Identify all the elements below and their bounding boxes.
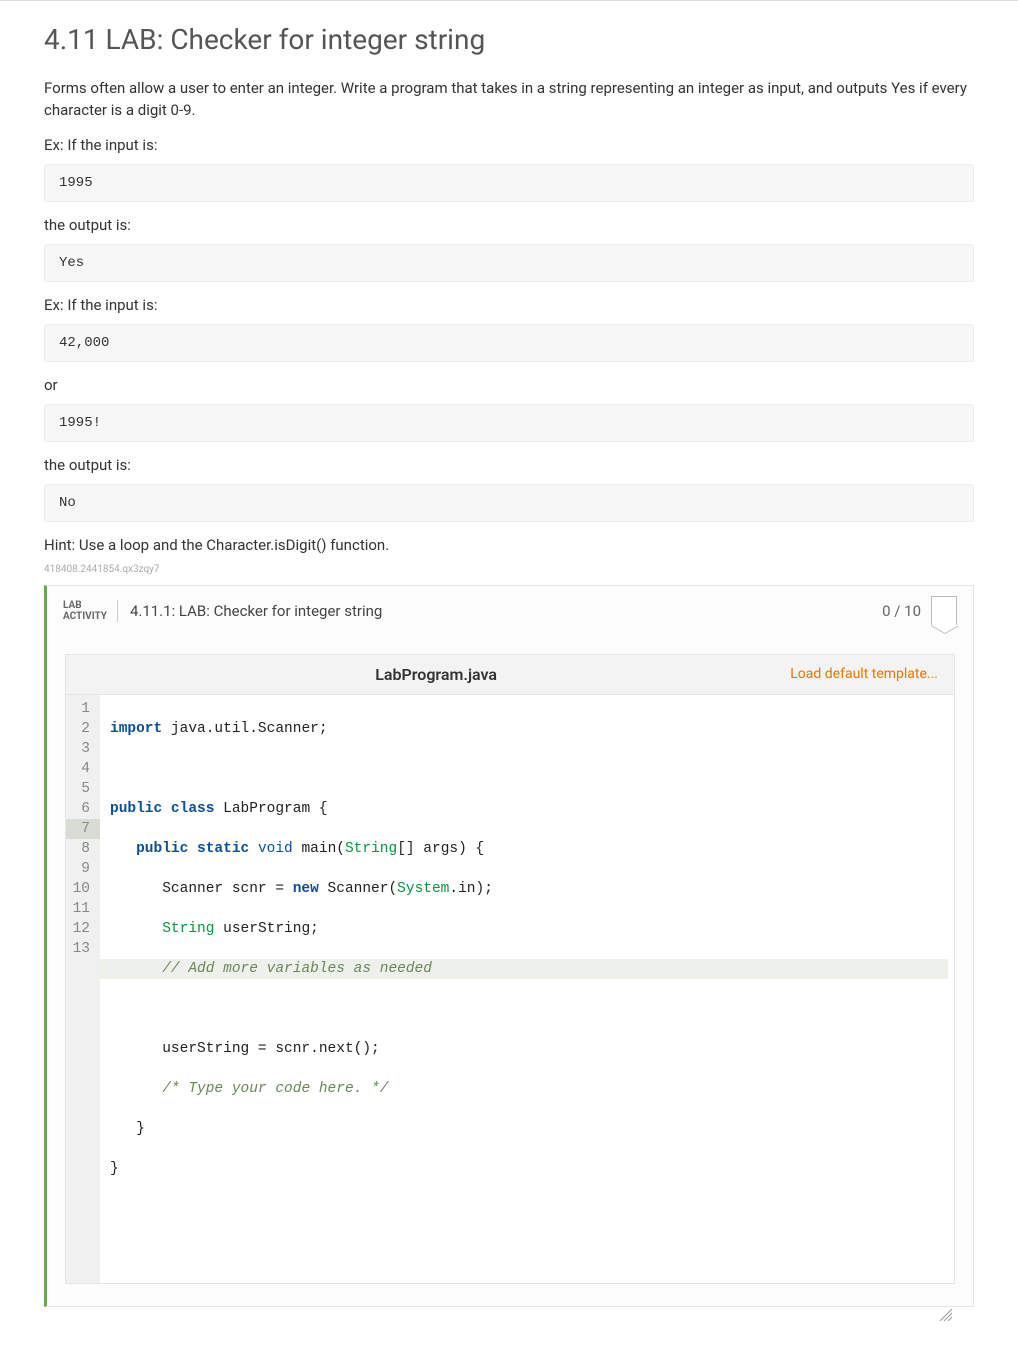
- example2-input-b: 1995!: [44, 404, 974, 442]
- activity-type-label: LAB ACTIVITY: [63, 600, 118, 622]
- page-title: 4.11 LAB: Checker for integer string: [44, 23, 974, 56]
- code-editor-panel: LabProgram.java Load default template...…: [65, 654, 955, 1284]
- bookmark-icon[interactable]: [931, 596, 957, 626]
- code-area[interactable]: import java.util.Scanner; public class L…: [100, 695, 954, 1283]
- load-default-template-link[interactable]: Load default template...: [790, 666, 938, 682]
- example1-label: Ex: If the input is:: [44, 136, 974, 154]
- activity-title: 4.11.1: LAB: Checker for integer string: [118, 602, 382, 620]
- or-label: or: [44, 376, 974, 394]
- example2-output: No: [44, 484, 974, 522]
- output1-label: the output is:: [44, 216, 974, 234]
- example2-input-a: 42,000: [44, 324, 974, 362]
- code-editor[interactable]: 1 2 3 4 5 6 7 8 9 10 11 12 13 import jav…: [66, 695, 954, 1283]
- activity-header: LAB ACTIVITY 4.11.1: LAB: Checker for in…: [47, 586, 973, 636]
- hint-text: Hint: Use a loop and the Character.isDig…: [44, 536, 974, 554]
- line-gutter: 1 2 3 4 5 6 7 8 9 10 11 12 13: [66, 695, 100, 1283]
- activity-score: 0 / 10: [882, 602, 921, 620]
- content-id: 418408.2441854.qx3zqy7: [44, 564, 974, 575]
- example2-label: Ex: If the input is:: [44, 296, 974, 314]
- example1-input: 1995: [44, 164, 974, 202]
- intro-paragraph: Forms often allow a user to enter an int…: [44, 78, 974, 122]
- example1-output: Yes: [44, 244, 974, 282]
- lab-activity-card: LAB ACTIVITY 4.11.1: LAB: Checker for in…: [44, 585, 974, 1307]
- output2-label: the output is:: [44, 456, 974, 474]
- editor-filename: LabProgram.java: [82, 665, 790, 684]
- resize-handle-icon[interactable]: [938, 1267, 952, 1281]
